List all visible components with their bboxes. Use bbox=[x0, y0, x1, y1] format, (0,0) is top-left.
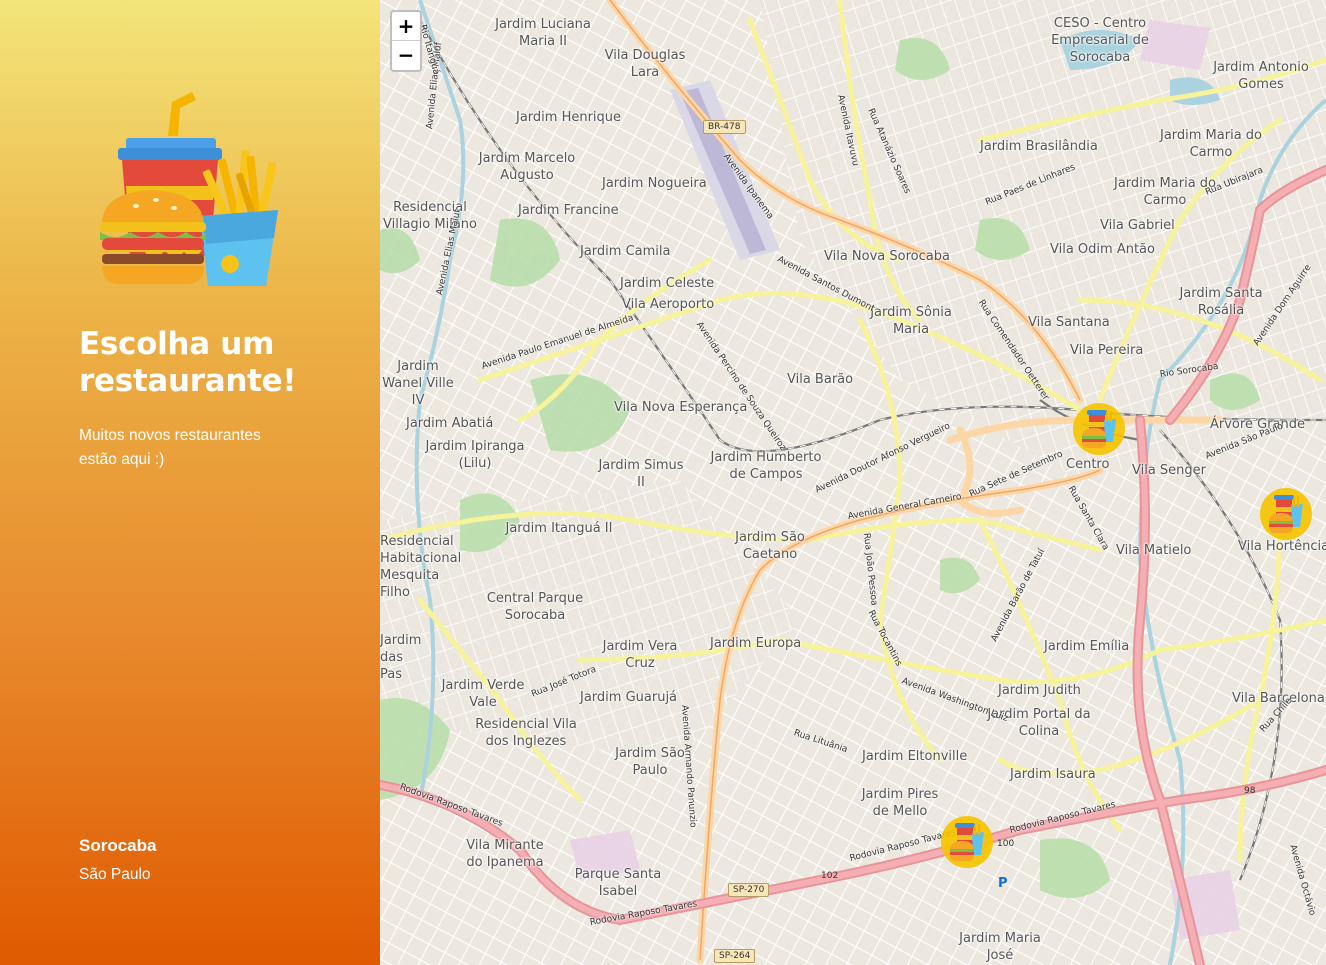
neighborhood-label: Vila Barão bbox=[787, 372, 854, 387]
neighborhood-label: Vila Nova Sorocaba bbox=[824, 249, 950, 264]
neighborhood-label: Jardim Luciana Maria II bbox=[495, 17, 591, 49]
restaurant-marker-icon[interactable] bbox=[940, 815, 994, 873]
restaurant-marker-icon[interactable] bbox=[1072, 402, 1126, 460]
neighborhood-label: Vila Aeroporto bbox=[622, 297, 715, 312]
neighborhood-label: Jardim das Pas bbox=[380, 633, 422, 682]
neighborhood-label: Parque Santa Isabel bbox=[574, 867, 662, 899]
neighborhood-label: Vila Odim Antão bbox=[1050, 242, 1155, 257]
neighborhood-label: Jardim Judith bbox=[998, 683, 1081, 698]
route-shield: SP-270 bbox=[728, 883, 770, 897]
neighborhood-label: Jardim Ipiranga (Lilu) bbox=[425, 439, 525, 471]
neighborhood-label: Residencial Habitacional Mesquita Filho bbox=[380, 534, 462, 600]
route-shield: SP-264 bbox=[714, 949, 756, 963]
neighborhood-label: Jardim Brasilândia bbox=[980, 139, 1098, 154]
zoom-in-button[interactable]: + bbox=[392, 12, 420, 41]
neighborhood-label: Jardim Camila bbox=[580, 244, 671, 259]
neighborhood-label: Jardim Vera Cruz bbox=[602, 639, 678, 671]
sidebar: Escolha um restaurante! Muitos novos res… bbox=[0, 0, 380, 965]
neighborhood-label: Jardim Henrique bbox=[516, 110, 622, 125]
neighborhood-label: Jardim Maria José bbox=[959, 931, 1041, 963]
neighborhood-label: Vila Mirante do Ipanema bbox=[466, 838, 544, 870]
neighborhood-label: Jardim Wanel Ville IV bbox=[382, 359, 454, 408]
neighborhood-label: Vila Nova Esperança bbox=[614, 400, 748, 415]
neighborhood-label: Jardim Maria do Carmo bbox=[1113, 176, 1217, 208]
neighborhood-label: Jardim Humberto de Campos bbox=[710, 450, 822, 482]
neighborhood-label: Vila Santana bbox=[1028, 315, 1110, 330]
city-name: Sorocaba bbox=[79, 836, 157, 855]
fast-food-icon bbox=[96, 88, 282, 292]
page-title: Escolha um restaurante! bbox=[79, 326, 297, 399]
neighborhood-label: Jardim Marcelo Augusto bbox=[478, 151, 576, 183]
neighborhood-label: Jardim Isaura bbox=[1010, 767, 1096, 782]
neighborhood-label: Residencial Vila dos Inglezes bbox=[475, 717, 577, 749]
neighborhood-label: Jardim Pires de Mello bbox=[861, 787, 939, 819]
neighborhood-label: Jardim Eltonville bbox=[862, 749, 968, 764]
neighborhood-label: Jardim Verde Vale bbox=[441, 678, 525, 710]
neighborhood-label: Vila Douglas Lara bbox=[604, 48, 686, 80]
page-subtitle: Muitos novos restaurantes estão aqui :) bbox=[79, 427, 261, 468]
zoom-out-button[interactable]: − bbox=[392, 41, 420, 70]
neighborhood-label: Jardim Santa Rosália bbox=[1179, 286, 1263, 318]
neighborhood-label: Vila Pereira bbox=[1070, 343, 1144, 358]
neighborhood-label: Vila Gabriel bbox=[1100, 218, 1175, 233]
neighborhood-label: Jardim Nogueira bbox=[602, 176, 707, 191]
neighborhood-label: Jardim Guarujá bbox=[580, 690, 678, 705]
neighborhood-label: Jardim Francine bbox=[518, 203, 619, 218]
route-shield: 102 bbox=[821, 871, 839, 881]
neighborhood-label: Vila Senger bbox=[1132, 463, 1207, 478]
route-shield: 98 bbox=[1244, 786, 1256, 796]
route-shield: 100 bbox=[997, 839, 1015, 849]
neighborhood-label: CESO - Centro Empresarial de Sorocaba bbox=[1051, 16, 1149, 65]
restaurant-marker-icon[interactable] bbox=[1259, 487, 1313, 545]
neighborhood-label: Jardim Antonio Gomes bbox=[1213, 60, 1309, 92]
neighborhood-label: Jardim Itanguá II bbox=[505, 521, 613, 536]
neighborhood-label: Jardim Maria do Carmo bbox=[1159, 128, 1263, 160]
neighborhood-label: Jardim Simus II bbox=[598, 458, 684, 490]
state-name: São Paulo bbox=[79, 866, 151, 883]
neighborhood-label: Jardim Emília bbox=[1044, 639, 1130, 654]
neighborhood-label: Central Parque Sorocaba bbox=[486, 591, 584, 623]
route-shield: BR-478 bbox=[703, 120, 746, 134]
zoom-control: + − bbox=[390, 10, 422, 72]
neighborhood-label: Jardim São Caetano bbox=[735, 530, 805, 562]
neighborhood-label: Vila Matielo bbox=[1116, 543, 1192, 558]
neighborhood-label: Jardim Abatiá bbox=[406, 416, 494, 431]
neighborhood-label: Jardim Celeste bbox=[620, 276, 715, 291]
neighborhood-label: Jardim Sônia Maria bbox=[870, 305, 952, 337]
parking-icon: P bbox=[998, 876, 1008, 891]
neighborhood-label: Residencial Villagio Milano bbox=[383, 200, 477, 232]
neighborhood-label: Jardim Europa bbox=[710, 636, 802, 651]
map-view[interactable]: Jardim Luciana Maria II Vila Douglas Lar… bbox=[380, 0, 1326, 965]
